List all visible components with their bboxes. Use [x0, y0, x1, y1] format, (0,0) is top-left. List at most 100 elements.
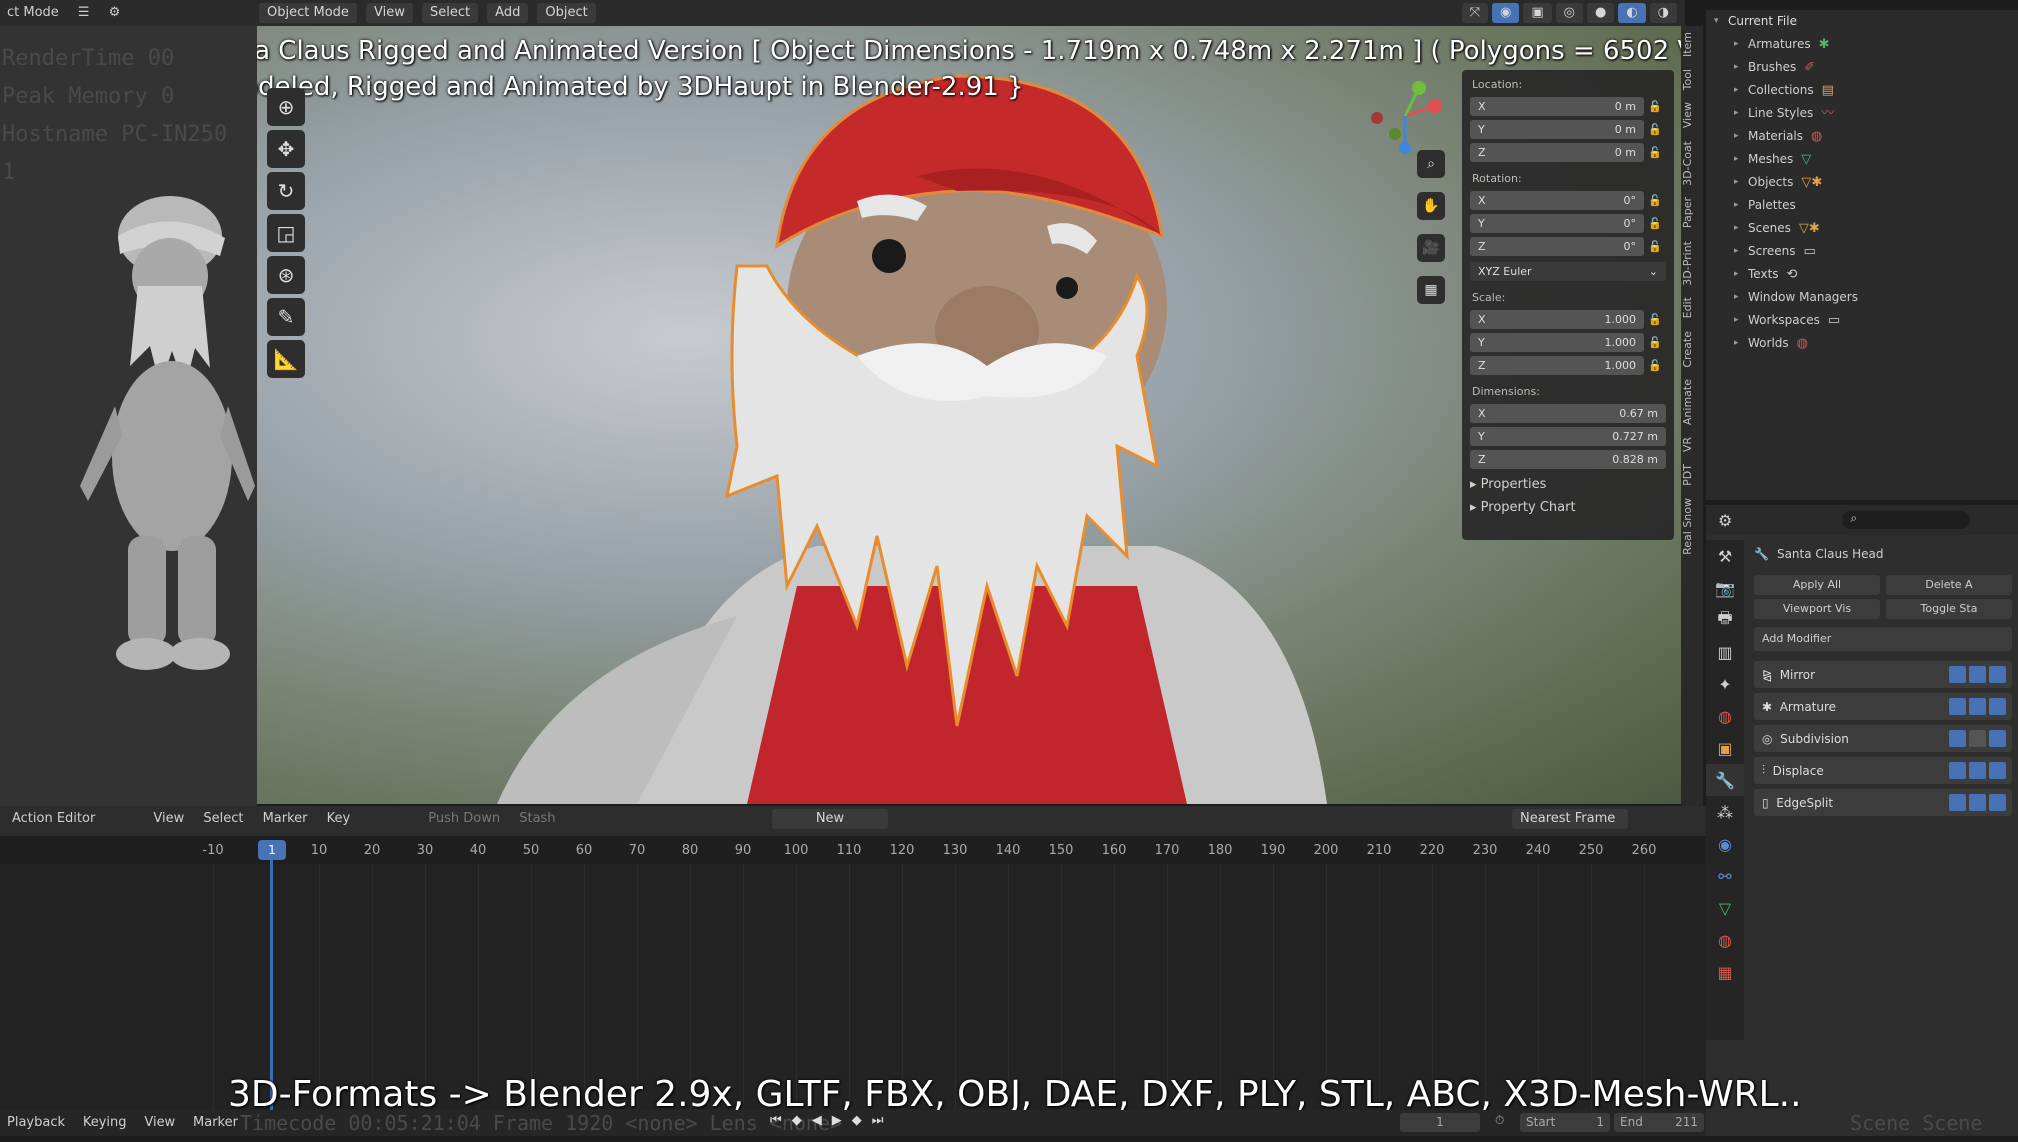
tab-vr[interactable]: VR	[1681, 431, 1694, 458]
menu-view[interactable]: View	[147, 809, 190, 829]
editor-type-icon[interactable]: ⚙	[1718, 511, 1732, 530]
view-settings-icon[interactable]: ⚙	[103, 3, 127, 23]
render-toggle[interactable]	[1989, 730, 2006, 747]
scale-x-field[interactable]: X 1.000	[1470, 309, 1644, 329]
overlay-toggle-icon[interactable]: ◉	[1491, 3, 1520, 23]
keying-menu[interactable]: Keying	[77, 1113, 133, 1133]
menu-object[interactable]: Object	[537, 3, 596, 23]
rendered-shading-icon[interactable]: ◑	[1649, 3, 1677, 23]
tool-tab-icon[interactable]: ⚒	[1706, 540, 1744, 572]
material-shading-icon[interactable]: ◐	[1618, 3, 1646, 23]
solid-shading-icon[interactable]: ●	[1586, 3, 1615, 23]
dimension-x-field[interactable]: X 0.67 m	[1470, 403, 1666, 423]
tab-create[interactable]: Create	[1681, 325, 1694, 374]
location-x-field[interactable]: X 0 m	[1470, 96, 1644, 116]
gizmo-toggle-icon[interactable]: ⤧	[1461, 3, 1488, 23]
dimension-z-field[interactable]: Z 0.828 m	[1470, 449, 1666, 469]
modifier-armature[interactable]: ✱ Armature	[1754, 693, 2012, 720]
menu-marker[interactable]: Marker	[257, 809, 314, 829]
rotate-icon[interactable]: ↻	[267, 172, 305, 210]
viewport-toggle[interactable]	[1969, 794, 1986, 811]
tab-paper[interactable]: Paper	[1681, 191, 1694, 234]
outliner-item-palettes[interactable]: ▸ Palettes	[1706, 194, 2018, 217]
tab-edit[interactable]: Edit	[1681, 291, 1694, 324]
add-modifier-dropdown[interactable]: Add Modifier	[1754, 627, 2012, 651]
properties-subpanel[interactable]: ▸ Properties	[1470, 477, 1666, 492]
outliner-item-brushes[interactable]: ▸ Brushes ✐	[1706, 56, 2018, 79]
tab-3d-print[interactable]: 3D-Print	[1681, 235, 1694, 292]
snap-dropdown[interactable]: Nearest Frame	[1512, 809, 1628, 829]
outliner-item-texts[interactable]: ▸ Texts ⟲	[1706, 263, 2018, 286]
editmode-toggle[interactable]	[1949, 730, 1966, 747]
tab-animate[interactable]: Animate	[1681, 373, 1694, 431]
tab-view[interactable]: View	[1681, 96, 1694, 134]
outliner-item-worlds[interactable]: ▸ Worlds ◍	[1706, 332, 2018, 355]
outliner-item-collections[interactable]: ▸ Collections ▤	[1706, 79, 2018, 102]
outliner-item-materials[interactable]: ▸ Materials ◍	[1706, 125, 2018, 148]
lock-icon[interactable]: 🔓	[1644, 217, 1666, 230]
viewport-toggle[interactable]	[1969, 666, 1986, 683]
editmode-toggle[interactable]	[1949, 794, 1966, 811]
transform-icon[interactable]: ⊛	[267, 256, 305, 294]
lock-icon[interactable]: 🔓	[1644, 240, 1666, 253]
rotation-mode-dropdown[interactable]: XYZ Euler ⌄	[1470, 261, 1666, 281]
xray-icon[interactable]: ▣	[1523, 3, 1552, 23]
jump-end-icon[interactable]: ⏭	[872, 1113, 884, 1128]
lock-icon[interactable]: 🔓	[1644, 146, 1666, 159]
render-toggle[interactable]	[1989, 762, 2006, 779]
tab-item[interactable]: Item	[1681, 26, 1694, 63]
modifier-subdivision[interactable]: ◎ Subdivision	[1754, 725, 2012, 752]
jump-start-icon[interactable]: ⏮	[770, 1113, 782, 1128]
lock-icon[interactable]: 🔓	[1644, 100, 1666, 113]
modifier-mirror[interactable]: ⧎ Mirror	[1754, 661, 2012, 688]
grid-icon[interactable]: ▦	[1417, 276, 1445, 304]
scale-z-field[interactable]: Z 1.000	[1470, 355, 1644, 375]
modifier-edgesplit[interactable]: ▯ EdgeSplit	[1754, 789, 2012, 816]
camera-icon[interactable]: 🎥	[1417, 234, 1445, 262]
marker-menu[interactable]: Marker	[187, 1113, 244, 1133]
data-tab-icon[interactable]: ▽	[1706, 892, 1744, 924]
zoom-icon[interactable]: ⌕	[1417, 150, 1445, 178]
wireframe-shading-icon[interactable]: ◎	[1555, 3, 1583, 23]
view-layer-tab-icon[interactable]: ▥	[1706, 636, 1744, 668]
toggle-stack-button[interactable]: Toggle Sta	[1886, 599, 2012, 619]
material-tab-icon[interactable]: ◍	[1706, 924, 1744, 956]
particles-tab-icon[interactable]: ⁂	[1706, 796, 1744, 828]
modifier-tab-icon[interactable]: 🔧	[1706, 764, 1744, 796]
render-tab-icon[interactable]: 📷	[1706, 572, 1744, 604]
render-toggle[interactable]	[1989, 698, 2006, 715]
tab-pdt[interactable]: PDT	[1681, 458, 1694, 492]
move-icon[interactable]: ✥	[267, 130, 305, 168]
menu-select[interactable]: Select	[421, 3, 479, 23]
playback-menu[interactable]: Playback	[1, 1113, 71, 1133]
play-reverse-icon[interactable]: ◀	[812, 1113, 822, 1128]
dimension-y-field[interactable]: Y 0.727 m	[1470, 426, 1666, 446]
play-icon[interactable]: ▶	[832, 1113, 842, 1128]
lock-icon[interactable]: 🔓	[1644, 313, 1666, 326]
outliner-item-objects[interactable]: ▸ Objects ▽✱	[1706, 171, 2018, 194]
current-frame-indicator[interactable]: 1	[258, 840, 286, 860]
measure-icon[interactable]: 📐	[267, 340, 305, 378]
cursor-icon[interactable]: ⊕	[267, 88, 305, 126]
outliner-item-line-styles[interactable]: ▸ Line Styles 〰	[1706, 102, 2018, 125]
lock-icon[interactable]: 🔓	[1644, 359, 1666, 372]
stash-button[interactable]: Stash	[513, 809, 561, 829]
next-key-icon[interactable]: ◆	[852, 1113, 862, 1128]
object-tab-icon[interactable]: ▣	[1706, 732, 1744, 764]
scene-tab-icon[interactable]: ✦	[1706, 668, 1744, 700]
pan-hand-icon[interactable]: ✋	[1417, 192, 1445, 220]
outliner-item-window-managers[interactable]: ▸ Window Managers	[1706, 286, 2018, 309]
editmode-toggle[interactable]	[1949, 698, 1966, 715]
texture-tab-icon[interactable]: ▦	[1706, 956, 1744, 988]
action-editor-dropdown[interactable]: Action Editor	[6, 809, 101, 829]
end-frame-field[interactable]: End 211	[1614, 1113, 1704, 1132]
tab-real-snow[interactable]: Real Snow	[1681, 492, 1694, 561]
delete-all-button[interactable]: Delete A	[1886, 575, 2012, 595]
outliner-item-workspaces[interactable]: ▸ Workspaces ▭	[1706, 309, 2018, 332]
rotation-x-field[interactable]: X 0°	[1470, 190, 1644, 210]
view-menu[interactable]: View	[138, 1113, 181, 1133]
render-toggle[interactable]	[1989, 666, 2006, 683]
properties-search[interactable]: ⌕	[1842, 511, 1971, 529]
frame-ruler[interactable]: -10 10 20 30 40 50 60 70 80 90 100 110 120 130 140 150 1…	[0, 836, 1706, 864]
current-frame-field[interactable]: 1	[1400, 1113, 1480, 1132]
